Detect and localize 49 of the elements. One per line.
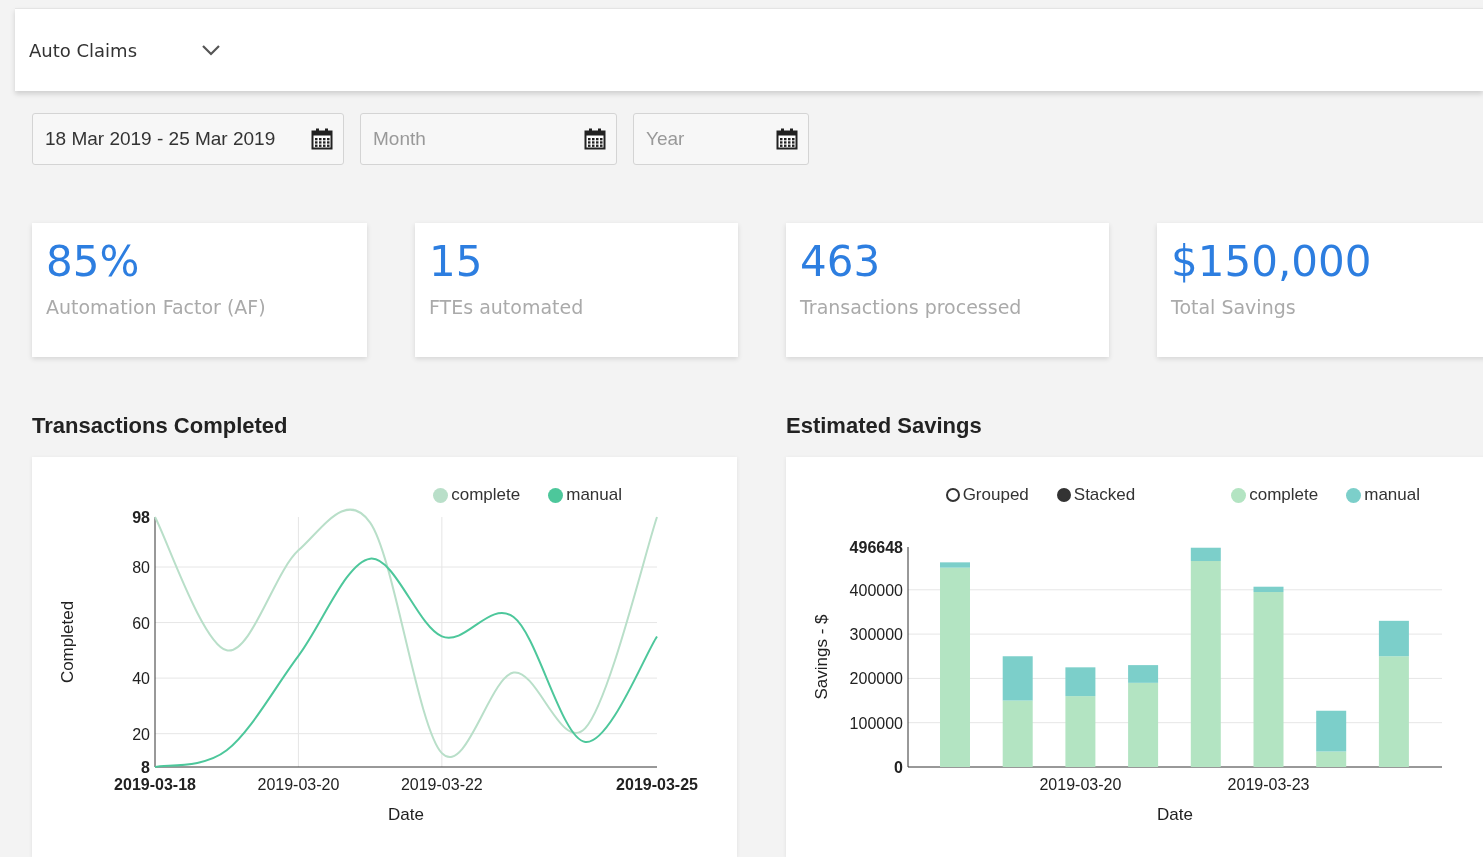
axis-tick-label: 2019-03-25: [616, 776, 698, 793]
chart-mode-radio[interactable]: Grouped: [945, 485, 1029, 505]
kpi-label: FTEs automated: [429, 296, 585, 318]
kpi-value: $150,000: [1171, 237, 1373, 286]
chart-title: Estimated Savings: [786, 413, 982, 439]
axis-tick-label: 0: [894, 759, 903, 776]
chart-title: Transactions Completed: [32, 413, 288, 439]
axis-tick-label: 80: [132, 559, 150, 576]
axis-title: Completed: [58, 600, 77, 684]
axis-tick-label: 300000: [849, 626, 903, 644]
axis-title: Date: [388, 805, 424, 824]
date-input[interactable]: Month: [371, 127, 584, 151]
date-field[interactable]: Month: [360, 113, 617, 165]
axis-title: Date: [1157, 805, 1193, 824]
chart-mode-radio[interactable]: Stacked: [1056, 485, 1136, 505]
axis-tick-label: 2019-03-20: [257, 776, 340, 793]
legend-label: complete: [451, 485, 521, 505]
legend-label: manual: [566, 485, 622, 505]
axis-tick-label: 400000: [849, 581, 903, 599]
date-field[interactable]: 18 Mar 2019 - 25 Mar 2019: [32, 113, 344, 165]
legend-label: complete: [1249, 485, 1319, 505]
kpi-value: 15: [429, 237, 484, 286]
axis-tick-label: 98: [132, 509, 150, 526]
axis-tick-label: 2019-03-23: [1227, 776, 1310, 793]
claims-dropdown[interactable]: Auto Claims: [29, 39, 222, 61]
date-input[interactable]: Year: [644, 127, 776, 151]
axis-tick-label: 200000: [849, 670, 903, 688]
axis-tick-label: 60: [132, 614, 150, 632]
kpi-value: 463: [800, 237, 882, 286]
date-field[interactable]: Year: [633, 113, 809, 165]
calendar-icon[interactable]: [776, 128, 798, 150]
chevron-down-icon: [201, 44, 222, 56]
kpi-value: 85%: [46, 237, 141, 286]
axis-tick-label: 8: [141, 759, 150, 776]
legend-label: manual: [1364, 485, 1420, 505]
kpi-label: Transactions processed: [800, 296, 1023, 318]
kpi-label: Automation Factor (AF): [46, 296, 267, 318]
axis-tick-label: 2019-03-18: [114, 776, 196, 793]
calendar-icon[interactable]: [311, 128, 333, 150]
axis-tick-label: 40: [132, 670, 150, 688]
axis-tick-label: 20: [132, 725, 150, 743]
axis-tick-label: 496648: [849, 539, 903, 556]
date-input[interactable]: 18 Mar 2019 - 25 Mar 2019: [43, 127, 311, 151]
axis-tick-label: 2019-03-20: [1039, 776, 1122, 793]
axis-tick-label: 100000: [849, 714, 903, 732]
axis-tick-label: 2019-03-22: [400, 776, 483, 793]
kpi-label: Total Savings: [1171, 296, 1297, 318]
axis-title: Savings - $: [812, 614, 831, 700]
calendar-icon[interactable]: [584, 128, 606, 150]
